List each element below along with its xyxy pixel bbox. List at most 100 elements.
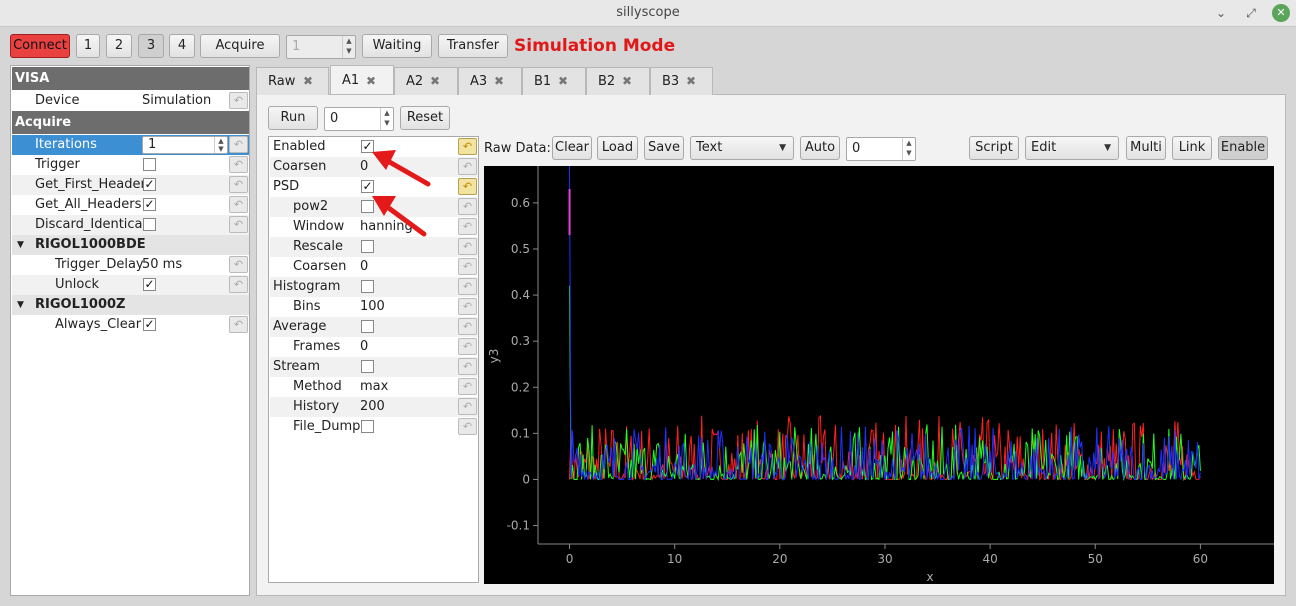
close-tab-icon[interactable]: ✖: [303, 68, 313, 95]
tab-a3[interactable]: A3 ✖: [458, 67, 522, 95]
enabled-checkbox[interactable]: ✓: [361, 140, 374, 153]
close-tab-icon[interactable]: ✖: [622, 68, 632, 95]
reset-icon[interactable]: ↶: [229, 92, 248, 109]
reset-icon[interactable]: ↶: [229, 276, 248, 293]
collapse-triangle-icon[interactable]: ▼: [17, 295, 24, 315]
file-dump-row[interactable]: File_Dump ↶: [270, 417, 478, 437]
rescale-row[interactable]: Rescale ↶: [270, 237, 478, 257]
trigger-delay-value[interactable]: 50 ms: [142, 255, 182, 275]
reset-icon[interactable]: ↶: [458, 378, 477, 395]
history-row[interactable]: History 200 ↶: [270, 397, 478, 417]
reset-icon[interactable]: ↶: [229, 136, 248, 153]
transfer-button[interactable]: Transfer: [438, 34, 508, 58]
close-tab-icon[interactable]: ✖: [686, 68, 696, 95]
histogram-checkbox[interactable]: [361, 280, 374, 293]
edit-dropdown[interactable]: Edit ▼: [1025, 136, 1119, 160]
close-icon[interactable]: ✕: [1272, 4, 1290, 22]
reset-icon[interactable]: ↶: [458, 138, 477, 155]
tab-a1[interactable]: A1 ✖: [330, 65, 394, 94]
reset-icon[interactable]: ↶: [458, 258, 477, 275]
trigger-delay-row[interactable]: Trigger_Delay 50 ms ↶: [12, 255, 249, 275]
always-clear-checkbox[interactable]: ✓: [143, 318, 156, 331]
stream-checkbox[interactable]: [361, 360, 374, 373]
reset-icon[interactable]: ↶: [458, 418, 477, 435]
enabled-row[interactable]: Enabled ✓ ↶: [270, 137, 478, 157]
device-row[interactable]: Device Simulation ↶: [12, 91, 249, 111]
reset-icon[interactable]: ↶: [229, 156, 248, 173]
channel-1-button[interactable]: 1: [76, 34, 100, 58]
get-all-headers-row[interactable]: Get_All_Headers ✓ ↶: [12, 195, 249, 215]
reset-icon[interactable]: ↶: [458, 238, 477, 255]
psd-row[interactable]: PSD ✓ ↶: [270, 177, 478, 197]
rigol1000bde-group[interactable]: ▼ RIGOL1000BDE: [12, 235, 249, 255]
reset-icon[interactable]: ↶: [458, 198, 477, 215]
file-dump-checkbox[interactable]: [361, 420, 374, 433]
get-all-headers-checkbox[interactable]: ✓: [143, 198, 156, 211]
reset-button[interactable]: Reset: [400, 106, 450, 130]
histogram-row[interactable]: Histogram ↶: [270, 277, 478, 297]
rigol1000z-group[interactable]: ▼ RIGOL1000Z: [12, 295, 249, 315]
coarsen-row[interactable]: Coarsen 0 ↶: [270, 157, 478, 177]
iterations-spinbox[interactable]: 1 ▲ ▼: [142, 136, 228, 154]
waiting-button[interactable]: Waiting: [362, 34, 432, 58]
reset-icon[interactable]: ↶: [458, 318, 477, 335]
pow2-checkbox[interactable]: [361, 200, 374, 213]
always-clear-row[interactable]: Always_Clear ✓ ↶: [12, 315, 249, 335]
tab-b3[interactable]: B3 ✖: [650, 67, 713, 95]
frames-row[interactable]: Frames 0 ↶: [270, 337, 478, 357]
coarsen-value[interactable]: 0: [360, 157, 368, 177]
collapse-triangle-icon[interactable]: ▼: [17, 235, 24, 255]
close-tab-icon[interactable]: ✖: [430, 68, 440, 95]
reset-icon[interactable]: ↶: [229, 256, 248, 273]
tab-a2[interactable]: A2 ✖: [394, 67, 458, 95]
get-first-header-checkbox[interactable]: ✓: [143, 178, 156, 191]
reset-icon[interactable]: ↶: [229, 176, 248, 193]
acquire-count-spinbox[interactable]: 1 ▲ ▼: [286, 35, 356, 59]
trigger-checkbox[interactable]: [143, 158, 156, 171]
save-button[interactable]: Save: [644, 136, 684, 160]
psd-coarsen-value[interactable]: 0: [360, 257, 368, 277]
unlock-row[interactable]: Unlock ✓ ↶: [12, 275, 249, 295]
spin-arrows-icon[interactable]: ▲ ▼: [902, 138, 915, 160]
maximize-icon[interactable]: ⤢: [1242, 4, 1260, 22]
reset-icon[interactable]: ↶: [458, 178, 477, 195]
script-button[interactable]: Script: [969, 136, 1019, 160]
close-tab-icon[interactable]: ✖: [366, 66, 376, 96]
rescale-checkbox[interactable]: [361, 240, 374, 253]
minimize-icon[interactable]: ⌄: [1212, 4, 1230, 22]
reset-icon[interactable]: ↶: [458, 278, 477, 295]
get-first-header-row[interactable]: Get_First_Header ✓ ↶: [12, 175, 249, 195]
reset-icon[interactable]: ↶: [458, 398, 477, 415]
channel-4-button[interactable]: 4: [169, 34, 195, 58]
tab-b2[interactable]: B2 ✖: [586, 67, 650, 95]
reset-icon[interactable]: ↶: [458, 358, 477, 375]
run-count-spinbox[interactable]: 0 ▲ ▼: [324, 107, 394, 131]
spin-arrows-icon[interactable]: ▲ ▼: [214, 137, 227, 153]
window-row[interactable]: Window hanning ↶: [270, 217, 478, 237]
tab-raw[interactable]: Raw ✖: [256, 67, 329, 95]
average-checkbox[interactable]: [361, 320, 374, 333]
discard-identical-checkbox[interactable]: [143, 218, 156, 231]
spin-arrows-icon[interactable]: ▲ ▼: [342, 36, 355, 58]
reset-icon[interactable]: ↶: [229, 196, 248, 213]
device-value[interactable]: Simulation: [142, 91, 211, 111]
history-value[interactable]: 200: [360, 397, 385, 417]
clear-button[interactable]: Clear: [552, 136, 592, 160]
visa-section-header[interactable]: VISA: [12, 67, 249, 90]
run-button[interactable]: Run: [268, 106, 318, 130]
psd-chart[interactable]: -0.1 0 0.1 0.2 0.3 0.4 0.5 0.6 0 10 20 30 40 50 60 x y3: [484, 166, 1274, 584]
discard-identical-row[interactable]: Discard_Identical ↶: [12, 215, 249, 235]
channel-2-button[interactable]: 2: [106, 34, 132, 58]
spin-arrows-icon[interactable]: ▲ ▼: [380, 108, 393, 130]
link-button[interactable]: Link: [1172, 136, 1212, 160]
trigger-row[interactable]: Trigger ↶: [12, 155, 249, 175]
plot-area[interactable]: -0.1 0 0.1 0.2 0.3 0.4 0.5 0.6 0 10 20 30 40 50 60 x y3: [484, 166, 1274, 584]
bins-value[interactable]: 100: [360, 297, 385, 317]
unlock-checkbox[interactable]: ✓: [143, 278, 156, 291]
channel-3-button[interactable]: 3: [138, 34, 164, 58]
reset-icon[interactable]: ↶: [458, 158, 477, 175]
enable-button[interactable]: Enable: [1218, 136, 1268, 160]
iterations-row[interactable]: Iterations 1 ▲ ▼ ↶: [12, 135, 249, 155]
reset-icon[interactable]: ↶: [458, 218, 477, 235]
close-tab-icon[interactable]: ✖: [558, 68, 568, 95]
